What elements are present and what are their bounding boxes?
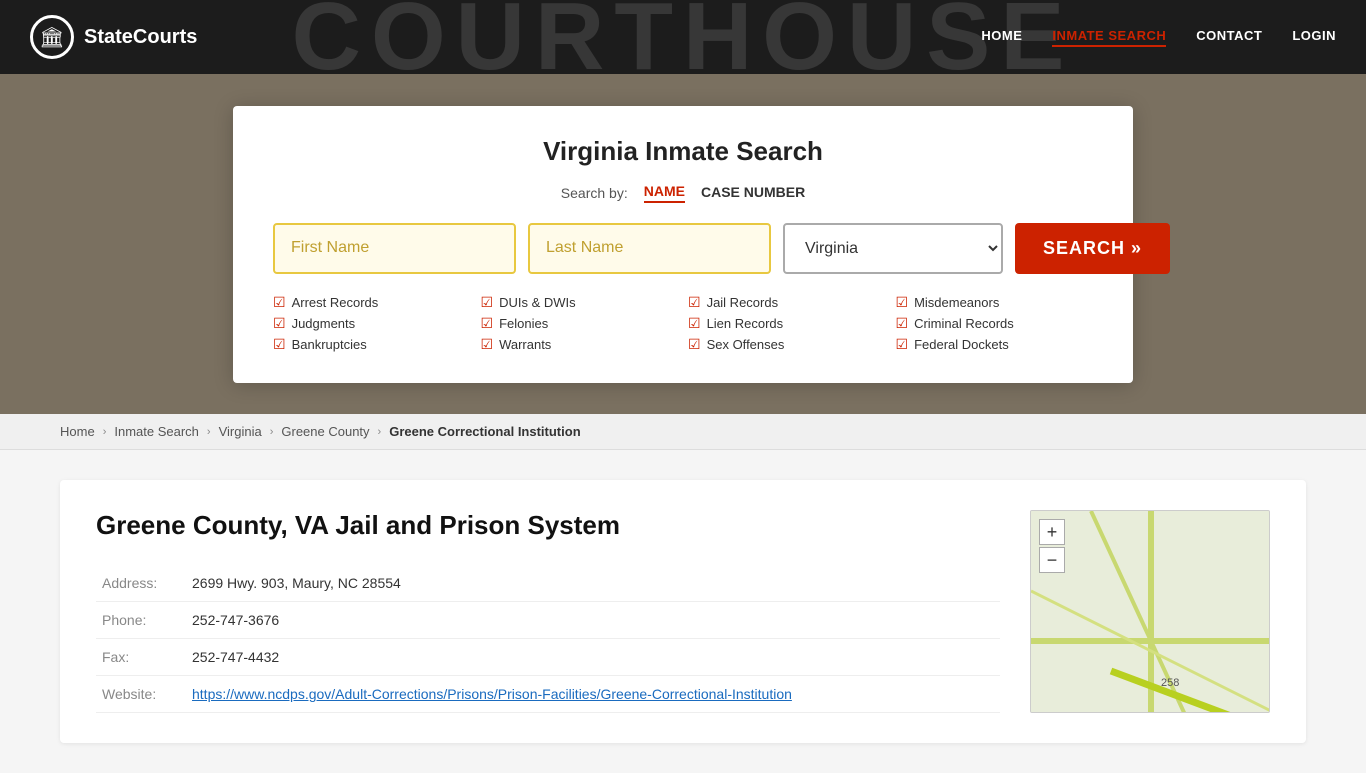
address-value: 2699 Hwy. 903, Maury, NC 28554 [186, 565, 1000, 602]
phone-label: Phone: [96, 602, 186, 639]
search-by-row: Search by: NAME CASE NUMBER [273, 183, 1093, 203]
svg-text:258: 258 [1161, 677, 1179, 689]
checklist-warrants: ☑ Warrants [481, 336, 679, 353]
check-icon-warrants: ☑ [481, 336, 494, 353]
check-icon-felonies: ☑ [481, 315, 494, 332]
checklist-criminal-records: ☑ Criminal Records [896, 315, 1094, 332]
website-value: https://www.ncdps.gov/Adult-Corrections/… [186, 676, 1000, 713]
breadcrumb-home[interactable]: Home [60, 424, 95, 439]
breadcrumb-greene-county[interactable]: Greene County [281, 424, 369, 439]
check-icon-misdemeanors: ☑ [896, 294, 909, 311]
last-name-input[interactable] [528, 223, 771, 274]
nav-inmate-search[interactable]: INMATE SEARCH [1052, 28, 1166, 47]
checklist-sex-offenses: ☑ Sex Offenses [688, 336, 886, 353]
checklist-label-bankruptcies: Bankruptcies [292, 337, 367, 352]
checklist-label-misdemeanors: Misdemeanors [914, 295, 999, 310]
check-icon-bankruptcies: ☑ [273, 336, 286, 353]
main-nav: HOME INMATE SEARCH CONTACT LOGIN [981, 28, 1336, 47]
breadcrumb-virginia[interactable]: Virginia [219, 424, 262, 439]
tab-case-number[interactable]: CASE NUMBER [701, 184, 805, 202]
breadcrumb-inmate-search[interactable]: Inmate Search [114, 424, 199, 439]
fax-label: Fax: [96, 639, 186, 676]
checklist: ☑ Arrest Records ☑ DUIs & DWIs ☑ Jail Re… [273, 294, 1093, 353]
checklist-felonies: ☑ Felonies [481, 315, 679, 332]
facility-title: Greene County, VA Jail and Prison System [96, 510, 1000, 541]
fax-value: 252-747-4432 [186, 639, 1000, 676]
first-name-input[interactable] [273, 223, 516, 274]
check-icon-jail: ☑ [688, 294, 701, 311]
map-controls: + − [1039, 519, 1065, 573]
search-by-label: Search by: [561, 185, 628, 201]
checklist-label-arrest: Arrest Records [292, 295, 379, 310]
checklist-bankruptcies: ☑ Bankruptcies [273, 336, 471, 353]
check-icon-arrest: ☑ [273, 294, 286, 311]
search-box: Virginia Inmate Search Search by: NAME C… [233, 106, 1133, 383]
checklist-arrest-records: ☑ Arrest Records [273, 294, 471, 311]
check-icon-duis: ☑ [481, 294, 494, 311]
breadcrumb: Home › Inmate Search › Virginia › Greene… [0, 414, 1366, 450]
facility-info: Greene County, VA Jail and Prison System… [96, 510, 1000, 713]
breadcrumb-sep-2: › [207, 426, 211, 438]
search-title: Virginia Inmate Search [273, 136, 1093, 167]
tab-name[interactable]: NAME [644, 183, 685, 203]
checklist-label-duis: DUIs & DWIs [499, 295, 576, 310]
logo-text: StateCourts [84, 26, 197, 49]
website-row: Website: https://www.ncdps.gov/Adult-Cor… [96, 676, 1000, 713]
check-icon-judgments: ☑ [273, 315, 286, 332]
address-label: Address: [96, 565, 186, 602]
check-icon-criminal: ☑ [896, 315, 909, 332]
checklist-label-warrants: Warrants [499, 337, 551, 352]
breadcrumb-sep-4: › [378, 426, 382, 438]
checklist-label-federal: Federal Dockets [914, 337, 1009, 352]
map-zoom-in[interactable]: + [1039, 519, 1065, 545]
search-fields: Virginia Alabama Alaska Arizona Arkansas… [273, 223, 1093, 274]
site-header: COURTHOUSE 🏛 StateCourts HOME INMATE SEA… [0, 0, 1366, 74]
check-icon-federal: ☑ [896, 336, 909, 353]
hero-section: Virginia Inmate Search Search by: NAME C… [0, 74, 1366, 414]
logo-icon: 🏛 [30, 15, 74, 59]
phone-row: Phone: 252-747-3676 [96, 602, 1000, 639]
check-icon-sex-offenses: ☑ [688, 336, 701, 353]
fax-row: Fax: 252-747-4432 [96, 639, 1000, 676]
breadcrumb-current: Greene Correctional Institution [389, 424, 580, 439]
nav-contact[interactable]: CONTACT [1196, 28, 1262, 47]
nav-home[interactable]: HOME [981, 28, 1022, 47]
logo[interactable]: 🏛 StateCourts [30, 15, 197, 59]
phone-value: 252-747-3676 [186, 602, 1000, 639]
checklist-lien-records: ☑ Lien Records [688, 315, 886, 332]
breadcrumb-sep-1: › [103, 426, 107, 438]
checklist-label-criminal: Criminal Records [914, 316, 1014, 331]
nav-login[interactable]: LOGIN [1292, 28, 1336, 47]
website-label: Website: [96, 676, 186, 713]
main-content: Greene County, VA Jail and Prison System… [0, 450, 1366, 773]
checklist-label-lien: Lien Records [707, 316, 784, 331]
website-link[interactable]: https://www.ncdps.gov/Adult-Corrections/… [192, 686, 792, 702]
checklist-label-felonies: Felonies [499, 316, 548, 331]
checklist-misdemeanors: ☑ Misdemeanors [896, 294, 1094, 311]
checklist-federal-dockets: ☑ Federal Dockets [896, 336, 1094, 353]
checklist-judgments: ☑ Judgments [273, 315, 471, 332]
checklist-duis: ☑ DUIs & DWIs [481, 294, 679, 311]
facility-info-table: Address: 2699 Hwy. 903, Maury, NC 28554 … [96, 565, 1000, 713]
map-svg: 258 [1031, 511, 1270, 713]
checklist-label-judgments: Judgments [292, 316, 356, 331]
check-icon-lien: ☑ [688, 315, 701, 332]
checklist-label-sex-offenses: Sex Offenses [707, 337, 785, 352]
address-row: Address: 2699 Hwy. 903, Maury, NC 28554 [96, 565, 1000, 602]
map-zoom-out[interactable]: − [1039, 547, 1065, 573]
facility-card: Greene County, VA Jail and Prison System… [60, 480, 1306, 743]
map-container: + − 258 [1030, 510, 1270, 713]
search-button[interactable]: SEARCH » [1015, 223, 1170, 274]
checklist-jail-records: ☑ Jail Records [688, 294, 886, 311]
breadcrumb-sep-3: › [270, 426, 274, 438]
state-select[interactable]: Virginia Alabama Alaska Arizona Arkansas… [783, 223, 1003, 274]
checklist-label-jail: Jail Records [707, 295, 779, 310]
